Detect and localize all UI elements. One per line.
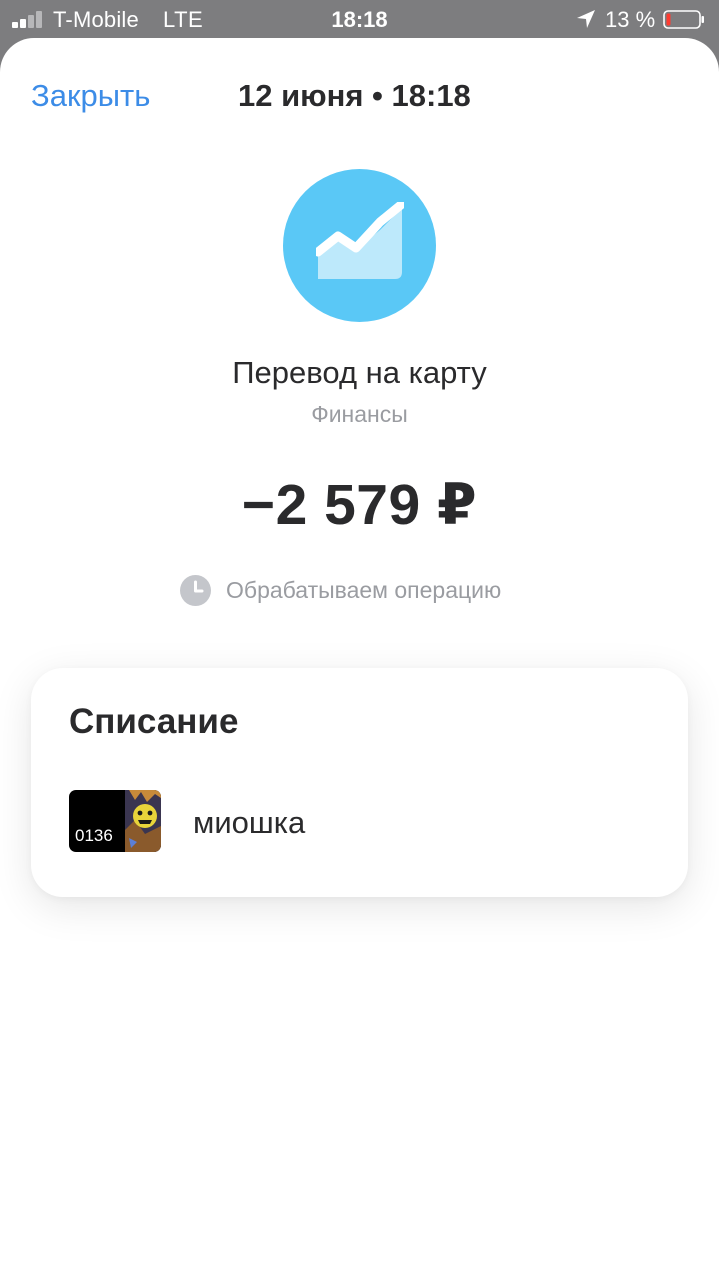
operation-amount: −2 579 ₽ [241, 473, 478, 537]
status-bar: T-Mobile LTE 18:18 13 % [0, 0, 719, 38]
debit-card-section[interactable]: Списание 0136 миошка [31, 668, 688, 897]
card-last-digits: 0136 [75, 826, 113, 845]
clock-icon [180, 575, 211, 606]
close-button[interactable]: Закрыть [31, 78, 150, 114]
battery-percent: 13 % [605, 7, 656, 32]
operation-title: Перевод на карту [232, 355, 487, 390]
operation-status-text: Обрабатываем операцию [226, 577, 502, 603]
location-arrow-icon [577, 10, 595, 28]
bank-card-thumbnail: 0136 [69, 790, 161, 852]
debit-heading: Списание [69, 702, 239, 741]
operation-category: Финансы [311, 401, 408, 427]
category-avatar [283, 169, 436, 322]
chart-up-icon [316, 202, 404, 279]
battery-low-icon [663, 10, 704, 29]
operation-sheet: Закрыть 12 июня • 18:18 Перевод на карту… [0, 38, 719, 1280]
account-name: миошка [193, 805, 306, 840]
card-artwork-icon [125, 790, 161, 852]
operation-datetime: 12 июня • 18:18 [238, 78, 471, 113]
